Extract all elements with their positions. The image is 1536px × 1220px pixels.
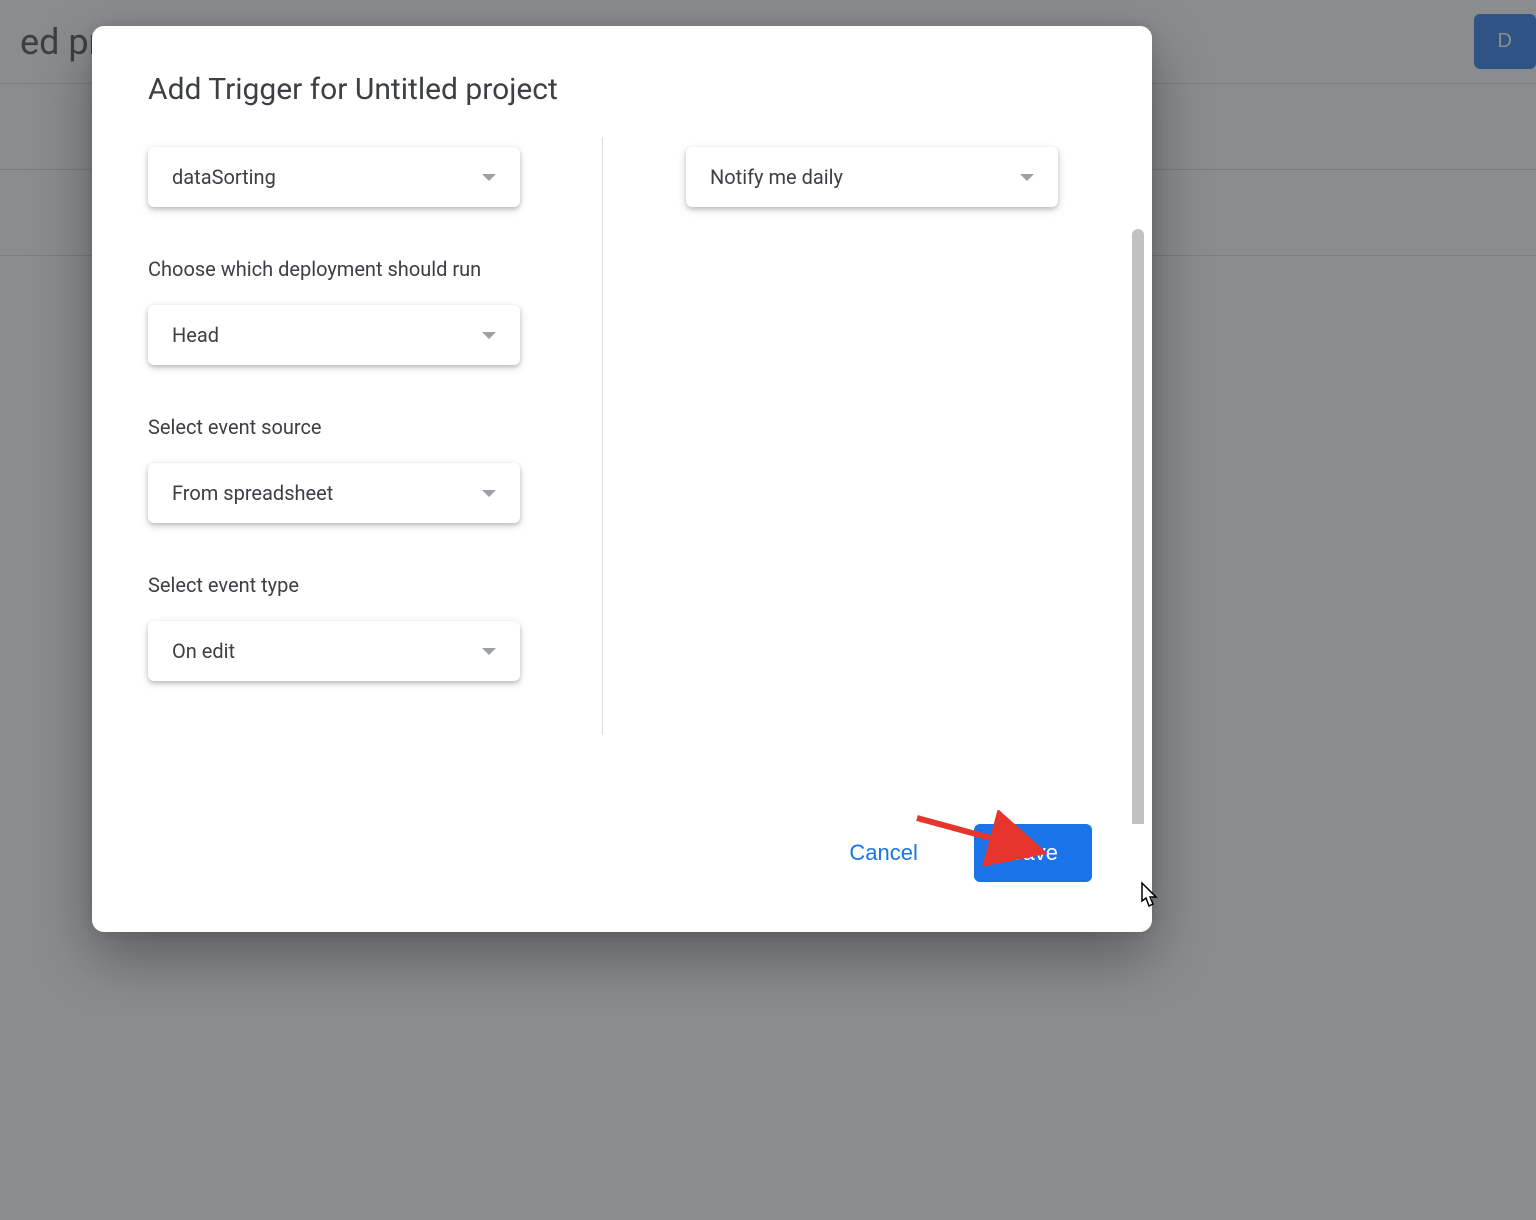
modal-footer: Cancel Save bbox=[92, 824, 1152, 932]
notification-dropdown-value: Notify me daily bbox=[710, 165, 843, 189]
chevron-down-icon bbox=[482, 332, 496, 339]
event-type-dropdown[interactable]: On edit bbox=[148, 621, 520, 681]
right-column: Notify me daily bbox=[686, 137, 1144, 824]
modal-title: Add Trigger for Untitled project bbox=[92, 26, 1152, 137]
function-dropdown-value: dataSorting bbox=[172, 165, 276, 189]
chevron-down-icon bbox=[482, 174, 496, 181]
chevron-down-icon bbox=[482, 648, 496, 655]
event-source-dropdown-value: From spreadsheet bbox=[172, 481, 333, 505]
cancel-button[interactable]: Cancel bbox=[841, 828, 925, 878]
column-divider bbox=[602, 137, 603, 735]
event-source-dropdown[interactable]: From spreadsheet bbox=[148, 463, 520, 523]
left-column: dataSorting Choose which deployment shou… bbox=[148, 137, 606, 824]
scrollbar-track[interactable] bbox=[1128, 137, 1144, 824]
deployment-label: Choose which deployment should run bbox=[148, 257, 606, 281]
event-type-dropdown-value: On edit bbox=[172, 639, 235, 663]
add-trigger-modal: Add Trigger for Untitled project dataSor… bbox=[92, 26, 1152, 932]
modal-body: dataSorting Choose which deployment shou… bbox=[92, 137, 1152, 824]
event-type-label: Select event type bbox=[148, 573, 606, 597]
deployment-dropdown[interactable]: Head bbox=[148, 305, 520, 365]
event-source-label: Select event source bbox=[148, 415, 606, 439]
function-dropdown[interactable]: dataSorting bbox=[148, 147, 520, 207]
notification-dropdown[interactable]: Notify me daily bbox=[686, 147, 1058, 207]
save-button[interactable]: Save bbox=[974, 824, 1092, 882]
deployment-dropdown-value: Head bbox=[172, 323, 219, 347]
scrollbar-thumb[interactable] bbox=[1132, 229, 1144, 824]
chevron-down-icon bbox=[482, 490, 496, 497]
chevron-down-icon bbox=[1020, 174, 1034, 181]
